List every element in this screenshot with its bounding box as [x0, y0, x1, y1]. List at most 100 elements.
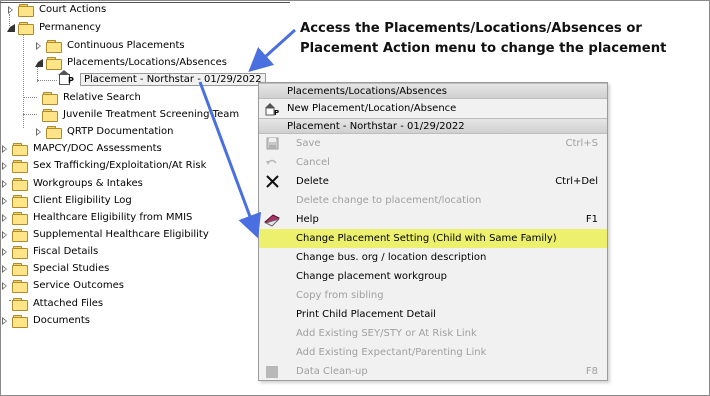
folder-icon — [12, 228, 28, 242]
tree-expander[interactable] — [34, 40, 43, 52]
menu-item-print-child-placement-detail[interactable]: Print Child Placement Detail — [259, 305, 607, 324]
tree-expander[interactable] — [0, 263, 9, 275]
case-tree: Court Actions Permanency Continuous Plac… — [0, 0, 300, 396]
tree-expander[interactable] — [34, 126, 43, 138]
menu-item-copy-from-sibling[interactable]: Copy from sibling — [259, 286, 607, 305]
tree-item-sex-trafficking[interactable]: Sex Trafficking/Exploitation/At Risk — [0, 157, 206, 174]
tree-item-permanency[interactable]: Permanency — [6, 19, 101, 36]
tree-item-label: Juvenile Treatment Screening Team — [63, 109, 240, 120]
folder-icon — [12, 297, 28, 311]
tree-item-court-actions[interactable]: Court Actions — [6, 1, 106, 18]
menu-item-shortcut: F8 — [585, 366, 598, 377]
tree-expander[interactable] — [0, 246, 9, 258]
help-book-icon — [264, 212, 280, 227]
tree-expander[interactable] — [0, 160, 9, 172]
folder-open-icon — [18, 21, 34, 35]
menu-item-add-sey-sty-link[interactable]: Add Existing SEY/STY or At Risk Link — [259, 324, 607, 343]
folder-icon — [12, 194, 28, 208]
folder-icon — [46, 39, 62, 53]
tree-expander[interactable] — [6, 4, 15, 16]
menu-item-label: Add Existing SEY/STY or At Risk Link — [296, 328, 477, 339]
tree-item-continuous-placements[interactable]: Continuous Placements — [34, 37, 185, 54]
tree-expander[interactable] — [0, 143, 9, 155]
tree-item-label: Relative Search — [63, 92, 141, 103]
menu-item-label: Help — [296, 214, 319, 225]
tree-expander[interactable] — [0, 315, 9, 327]
tree-item-relative-search[interactable]: Relative Search — [42, 89, 141, 106]
tree-item-qrtp-documentation[interactable]: QRTP Documentation — [34, 123, 174, 140]
tree-expander[interactable] — [0, 178, 9, 190]
tree-item-placement-northstar[interactable]: P Placement - Northstar - 01/29/2022 — [58, 70, 266, 88]
folder-icon — [46, 125, 62, 139]
tree-item-placements-locations-absences[interactable]: Placements/Locations/Absences — [34, 54, 227, 71]
tree-expander[interactable] — [0, 280, 9, 292]
menu-item-change-placement-setting[interactable]: Change Placement Setting (Child with Sam… — [259, 229, 607, 248]
placement-icon: P — [58, 70, 75, 86]
menu-item-label: Delete change to placement/location — [296, 195, 482, 206]
tree-item-client-eligibility-log[interactable]: Client Eligibility Log — [0, 192, 132, 209]
chevron-right-icon — [2, 247, 7, 256]
tree-item-mapcy-doc-assessments[interactable]: MAPCY/DOC Assessments — [0, 140, 162, 157]
tree-item-documents[interactable]: Documents — [0, 312, 90, 329]
tree-item-label: Fiscal Details — [33, 246, 99, 257]
chevron-right-icon — [2, 196, 7, 205]
folder-icon — [12, 279, 28, 293]
menu-item-change-placement-workgroup[interactable]: Change placement workgroup — [259, 267, 607, 286]
menu-item-add-expectant-parenting-link[interactable]: Add Existing Expectant/Parenting Link — [259, 343, 607, 362]
tree-expander[interactable] — [0, 195, 9, 207]
folder-icon — [12, 142, 28, 156]
tree-item-special-studies[interactable]: Special Studies — [0, 260, 109, 277]
tree-item-label: MAPCY/DOC Assessments — [33, 143, 162, 154]
chevron-right-icon — [8, 5, 13, 14]
chevron-down-icon — [6, 24, 15, 32]
chevron-right-icon — [2, 144, 7, 153]
menu-item-label: Copy from sibling — [296, 290, 384, 301]
menu-item-new-placement[interactable]: P New Placement/Location/Absence — [259, 99, 607, 118]
menu-item-change-bus-org[interactable]: Change bus. org / location description — [259, 248, 607, 267]
tree-item-service-outcomes[interactable]: Service Outcomes — [0, 277, 124, 294]
tree-expander[interactable] — [0, 212, 9, 224]
menu-item-label: Change bus. org / location description — [296, 252, 487, 263]
tree-item-fiscal-details[interactable]: Fiscal Details — [0, 243, 98, 260]
folder-icon — [18, 3, 34, 17]
tree-expander[interactable] — [34, 57, 43, 69]
tree-item-label: Service Outcomes — [33, 280, 124, 291]
tree-item-juvenile-treatment-screening-team[interactable]: Juvenile Treatment Screening Team — [42, 106, 239, 123]
tree-guide — [37, 80, 57, 81]
folder-icon — [12, 159, 28, 173]
tree-expander[interactable] — [6, 22, 15, 34]
chevron-right-icon — [2, 281, 7, 290]
menu-item-shortcut: F1 — [585, 214, 598, 225]
tree-item-attached-files[interactable]: Attached Files — [12, 295, 103, 312]
menu-item-label: New Placement/Location/Absence — [287, 103, 457, 114]
menu-item-cancel[interactable]: Cancel — [259, 153, 607, 172]
chevron-right-icon — [2, 179, 7, 188]
menu-item-help[interactable]: Help F1 — [259, 210, 607, 229]
tree-expander[interactable] — [0, 229, 9, 241]
tree-item-supplemental-healthcare-eligibility[interactable]: Supplemental Healthcare Eligibility — [0, 226, 209, 243]
chevron-right-icon — [2, 230, 7, 239]
menu-item-delete[interactable]: Delete Ctrl+Del — [259, 172, 607, 191]
menu-item-label: Data Clean-up — [296, 366, 368, 377]
menu-item-label: Print Child Placement Detail — [296, 309, 436, 320]
chevron-down-icon — [34, 59, 43, 67]
menu-item-label: Delete — [296, 176, 329, 187]
menu-item-label: Change Placement Setting (Child with Sam… — [296, 233, 557, 244]
menu-item-label: Save — [296, 138, 321, 149]
menu-section-header: Placements/Locations/Absences — [259, 83, 607, 99]
folder-icon — [12, 314, 28, 328]
tree-item-label: Placement - Northstar - 01/29/2022 — [80, 73, 266, 86]
menu-item-delete-change[interactable]: Delete change to placement/location — [259, 191, 607, 210]
save-icon — [264, 136, 280, 151]
tree-item-workgroups-intakes[interactable]: Workgroups & Intakes — [0, 175, 143, 192]
tree-item-label: Permanency — [39, 22, 101, 33]
menu-item-save[interactable]: Save Ctrl+S — [259, 134, 607, 153]
annotation-line-1: Access the Placements/Locations/Absences… — [300, 21, 642, 36]
menu-item-data-clean-up[interactable]: Data Clean-up F8 — [259, 362, 607, 381]
close-icon — [264, 174, 280, 189]
undo-icon — [264, 155, 280, 170]
tree-item-label: Healthcare Eligibility from MMIS — [33, 212, 193, 223]
tree-item-healthcare-eligibility-mmis[interactable]: Healthcare Eligibility from MMIS — [0, 209, 192, 226]
menu-item-label: Change placement workgroup — [296, 271, 447, 282]
menu-item-label: Cancel — [296, 157, 330, 168]
